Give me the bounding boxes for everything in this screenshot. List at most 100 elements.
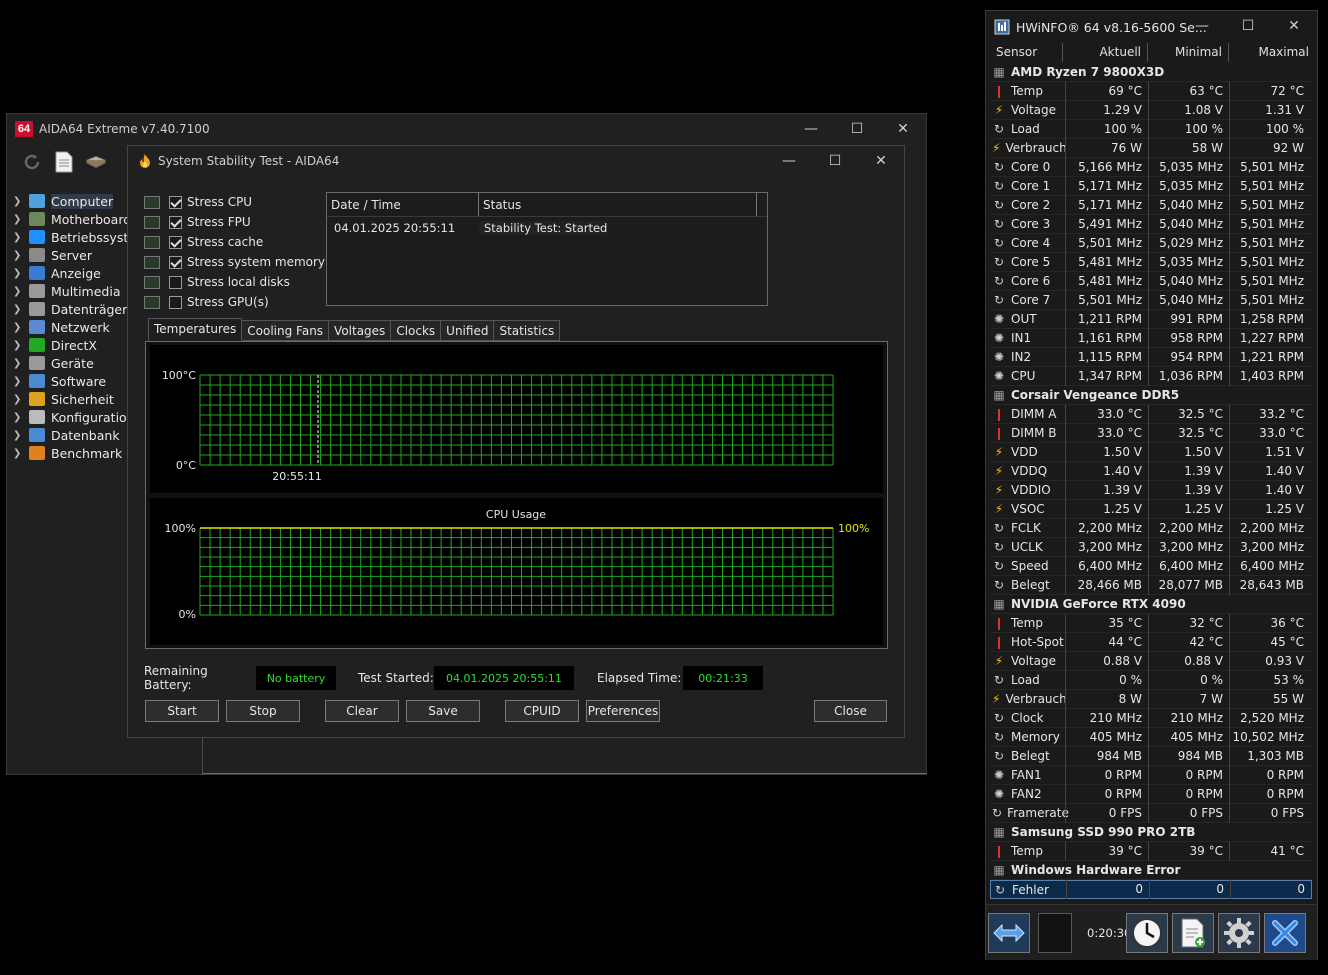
maximize-button[interactable]: ☐ [834, 114, 880, 144]
stop-button[interactable]: Stop [226, 700, 300, 722]
close-dialog-button[interactable]: Close [814, 700, 887, 722]
event-log[interactable]: Date / Time Status 04.01.2025 20:55:11 S… [326, 192, 768, 306]
sensor-row[interactable]: ✺ CPU 1,347 RPM 1,036 RPM 1,403 RPM [990, 366, 1312, 386]
sensor-row[interactable]: ↻ Load 0 % 0 % 53 % [990, 670, 1312, 690]
sensor-row[interactable]: ❙ Hot-Spot 44 °C 42 °C 45 °C [990, 632, 1312, 652]
sensor-row[interactable]: ❙ DIMM B 33.0 °C 32.5 °C 33.0 °C [990, 423, 1312, 443]
sensor-group[interactable]: ▦ NVIDIA GeForce RTX 4090 [990, 595, 1312, 614]
sensor-row[interactable]: ↻ Load 100 % 100 % 100 % [990, 119, 1312, 139]
report-button[interactable] [1172, 913, 1214, 953]
sensor-row[interactable]: ⚡ VDD 1.50 V 1.50 V 1.51 V [990, 442, 1312, 462]
hwinfo-maximize-button[interactable]: ☐ [1225, 11, 1271, 41]
expand-chevron-icon[interactable]: ❯ [13, 214, 27, 225]
sensor-row[interactable]: ↻ FCLK 2,200 MHz 2,200 MHz 2,200 MHz [990, 518, 1312, 538]
log-row[interactable]: 04.01.2025 20:55:11 Stability Test: Star… [327, 217, 767, 239]
sensor-row[interactable]: ↻ Belegt 984 MB 984 MB 1,303 MB [990, 746, 1312, 766]
sensor-row[interactable]: ❙ DIMM A 33.0 °C 32.5 °C 33.2 °C [990, 404, 1312, 424]
sensor-group[interactable]: ▦ Corsair Vengeance DDR5 [990, 386, 1312, 405]
header-maximum[interactable]: Maximal [1229, 43, 1315, 62]
sensor-group[interactable]: ▦ Samsung SSD 990 PRO 2TB [990, 823, 1312, 842]
exit-button[interactable] [1264, 913, 1306, 953]
stress-checkbox[interactable] [169, 215, 182, 229]
graph-toggle-button[interactable] [1038, 913, 1072, 953]
sensor-row[interactable]: ⚡ VDDIO 1.39 V 1.39 V 1.40 V [990, 480, 1312, 500]
expand-chevron-icon[interactable]: ❯ [13, 376, 27, 387]
sensor-row[interactable]: ✺ IN1 1,161 RPM 958 RPM 1,227 RPM [990, 328, 1312, 348]
stress-option-row[interactable]: Stress GPU(s) [144, 292, 325, 312]
stress-checkbox[interactable] [169, 255, 182, 269]
dialog-maximize-button[interactable]: ☐ [812, 146, 858, 176]
tab-cooling-fans[interactable]: Cooling Fans [242, 320, 330, 341]
refresh-icon[interactable] [21, 151, 43, 173]
sensor-row[interactable]: ↻ Belegt 28,466 MB 28,077 MB 28,643 MB [990, 575, 1312, 595]
expand-chevron-icon[interactable]: ❯ [13, 304, 27, 315]
stress-option-row[interactable]: Stress FPU [144, 212, 325, 232]
expand-chevron-icon[interactable]: ❯ [13, 322, 27, 333]
sensor-row[interactable]: ↻ Core 6 5,481 MHz 5,040 MHz 5,501 MHz [990, 271, 1312, 291]
sensor-row[interactable]: ⚡ Verbrauch 76 W 58 W 92 W [990, 138, 1312, 158]
sensor-row[interactable]: ✺ FAN1 0 RPM 0 RPM 0 RPM [990, 765, 1312, 785]
sensor-group[interactable]: ▦ AMD Ryzen 7 9800X3D [990, 63, 1312, 82]
stress-checkbox[interactable] [169, 195, 182, 209]
navigate-arrows-button[interactable] [988, 913, 1030, 953]
stress-checkbox[interactable] [169, 275, 182, 289]
report-icon[interactable] [53, 151, 75, 173]
expand-chevron-icon[interactable]: ❯ [13, 430, 27, 441]
stress-option-row[interactable]: Stress CPU [144, 192, 325, 212]
sensor-row[interactable]: ⚡ VSOC 1.25 V 1.25 V 1.25 V [990, 499, 1312, 519]
stress-option-row[interactable]: Stress local disks [144, 272, 325, 292]
clear-button[interactable]: Clear [325, 700, 399, 722]
sensor-row[interactable]: ⚡ Verbrauch 8 W 7 W 55 W [990, 689, 1312, 709]
sensor-row[interactable]: ✺ OUT 1,211 RPM 991 RPM 1,258 RPM [990, 309, 1312, 329]
clock-button[interactable] [1126, 913, 1168, 953]
sensor-row[interactable]: ↻ Core 5 5,481 MHz 5,035 MHz 5,501 MHz [990, 252, 1312, 272]
tab-statistics[interactable]: Statistics [494, 320, 561, 341]
sensor-row[interactable]: ⚡ VDDQ 1.40 V 1.39 V 1.40 V [990, 461, 1312, 481]
sensor-row[interactable]: ↻ Core 3 5,491 MHz 5,040 MHz 5,501 MHz [990, 214, 1312, 234]
sensor-row[interactable]: ↻ Clock 210 MHz 210 MHz 2,520 MHz [990, 708, 1312, 728]
expand-chevron-icon[interactable]: ❯ [13, 268, 27, 279]
tab-temperatures[interactable]: Temperatures [148, 318, 243, 341]
hwinfo-minimize-button[interactable]: — [1179, 11, 1225, 41]
sensor-row[interactable]: ↻ Core 1 5,171 MHz 5,035 MHz 5,501 MHz [990, 176, 1312, 196]
hwinfo-close-button[interactable]: ✕ [1271, 11, 1317, 41]
preferences-button[interactable]: Preferences [586, 700, 660, 722]
sensor-row[interactable]: ↻ Core 7 5,501 MHz 5,040 MHz 5,501 MHz [990, 290, 1312, 310]
header-sensor[interactable]: Sensor [986, 43, 1063, 62]
sensor-row[interactable]: ↻ Core 2 5,171 MHz 5,040 MHz 5,501 MHz [990, 195, 1312, 215]
header-current[interactable]: Aktuell [1063, 43, 1148, 62]
sensor-row[interactable]: ↻ Memory 405 MHz 405 MHz 10,502 MHz [990, 727, 1312, 747]
expand-chevron-icon[interactable]: ❯ [13, 232, 27, 243]
cpuid-button[interactable]: CPUID [505, 700, 579, 722]
sensor-row[interactable]: ↻ Core 4 5,501 MHz 5,029 MHz 5,501 MHz [990, 233, 1312, 253]
expand-chevron-icon[interactable]: ❯ [13, 448, 27, 459]
sensor-row[interactable]: ↻ Framerate 0 FPS 0 FPS 0 FPS [990, 803, 1312, 823]
close-button[interactable]: ✕ [880, 114, 926, 144]
sensor-row[interactable]: ⚡ Voltage 1.29 V 1.08 V 1.31 V [990, 100, 1312, 120]
minimize-button[interactable]: — [788, 114, 834, 144]
settings-button[interactable] [1218, 913, 1260, 953]
expand-chevron-icon[interactable]: ❯ [13, 250, 27, 261]
sensor-group[interactable]: ▦ Windows Hardware Error [990, 861, 1312, 880]
sensor-row[interactable]: ↻ Fehler 0 0 0 [990, 880, 1312, 899]
sensor-row[interactable]: ✺ IN2 1,115 RPM 954 RPM 1,221 RPM [990, 347, 1312, 367]
sensor-row[interactable]: ✺ FAN2 0 RPM 0 RPM 0 RPM [990, 784, 1312, 804]
sensor-row[interactable]: ❙ Temp 69 °C 63 °C 72 °C [990, 81, 1312, 101]
expand-chevron-icon[interactable]: ❯ [13, 358, 27, 369]
start-button[interactable]: Start [145, 700, 219, 722]
expand-chevron-icon[interactable]: ❯ [13, 412, 27, 423]
stress-checkbox[interactable] [169, 235, 182, 249]
log-header-status[interactable]: Status [479, 193, 757, 216]
expand-chevron-icon[interactable]: ❯ [13, 394, 27, 405]
save-button[interactable]: Save [406, 700, 480, 722]
sensor-row[interactable]: ↻ UCLK 3,200 MHz 3,200 MHz 3,200 MHz [990, 537, 1312, 557]
expand-chevron-icon[interactable]: ❯ [13, 196, 27, 207]
header-minimum[interactable]: Minimal [1148, 43, 1229, 62]
tab-unified[interactable]: Unified [441, 320, 495, 341]
tab-clocks[interactable]: Clocks [391, 320, 442, 341]
stress-checkbox[interactable] [169, 295, 182, 309]
dialog-close-button[interactable]: ✕ [858, 146, 904, 176]
stress-option-row[interactable]: Stress system memory [144, 252, 325, 272]
tab-voltages[interactable]: Voltages [329, 320, 392, 341]
memory-module-icon[interactable] [85, 151, 107, 173]
